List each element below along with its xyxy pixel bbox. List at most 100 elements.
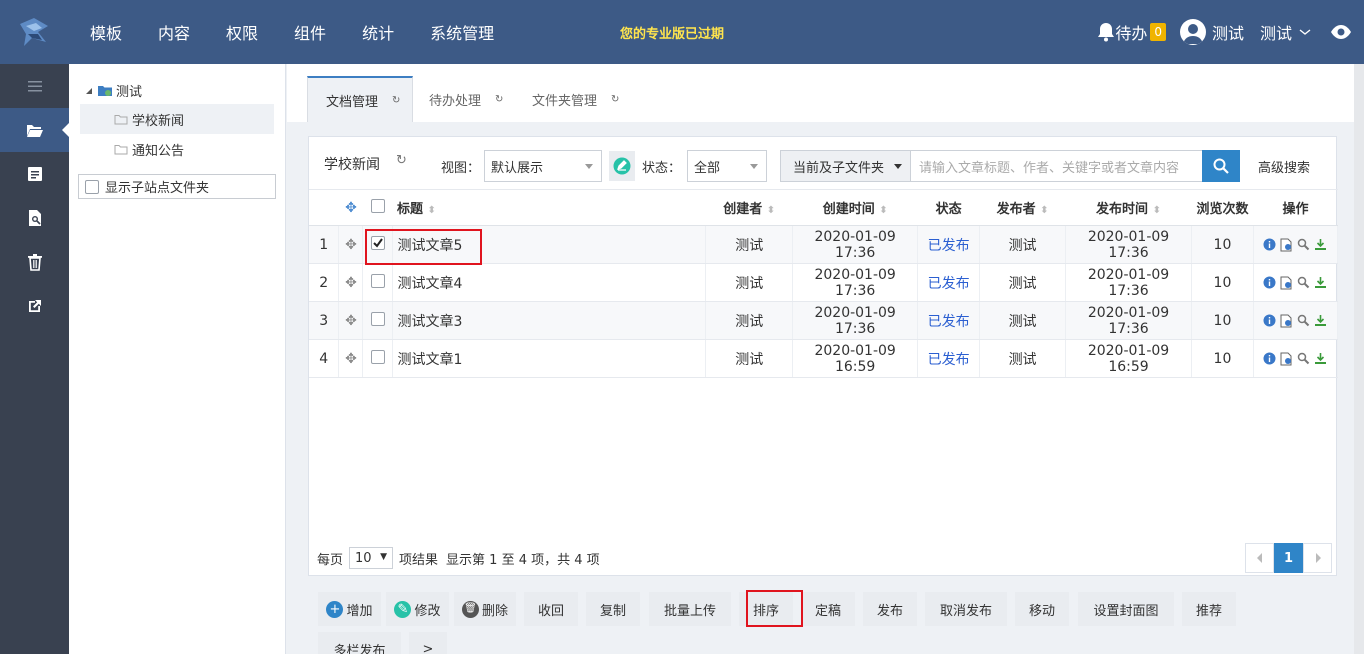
edit-view-button[interactable] — [609, 151, 635, 181]
todo-button[interactable]: 待办 0 — [1097, 20, 1166, 44]
nav-item-permissions[interactable]: 权限 — [208, 20, 276, 44]
license-expired-notice[interactable]: 您的专业版已过期 — [620, 23, 724, 42]
recommend-button[interactable]: 推荐 — [1182, 592, 1236, 626]
preview-icon[interactable] — [1280, 276, 1293, 290]
select-all-checkbox[interactable] — [370, 198, 385, 213]
nav-item-templates[interactable]: 模板 — [72, 20, 140, 44]
status-select[interactable]: 全部 — [687, 150, 767, 182]
refresh-icon[interactable]: ↻ — [495, 94, 503, 105]
row-title[interactable]: 测试文章4 — [392, 263, 707, 302]
col-created[interactable]: 创建时间 ⬍ — [792, 189, 918, 226]
refresh-icon[interactable]: ↻ — [392, 95, 400, 106]
user-menu[interactable]: 测试 — [1179, 19, 1244, 45]
finalize-button[interactable]: 定稿 — [801, 592, 855, 626]
row-title[interactable]: 测试文章3 — [392, 301, 707, 340]
rail-item-recycle-bin[interactable] — [0, 240, 69, 284]
set-cover-button[interactable]: 设置封面图 — [1078, 592, 1174, 626]
row-checkbox[interactable] — [370, 349, 385, 364]
row-drag-handle[interactable]: ✥ — [338, 263, 364, 302]
row-checkbox[interactable] — [370, 273, 385, 288]
edit-button[interactable]: ✎ 修改 — [386, 592, 449, 626]
eye-icon[interactable] — [1330, 24, 1352, 40]
row-title[interactable]: 测试文章1 — [392, 339, 707, 378]
download-icon[interactable] — [1314, 276, 1327, 289]
row-checkbox[interactable] — [370, 235, 385, 250]
table-row[interactable]: 1 ✥ 测试文章5 测试 2020-01-09 17:36 已发布 测试 202… — [309, 225, 1339, 264]
table-row[interactable]: 2 ✥ 测试文章4 测试 2020-01-09 17:36 已发布 测试 202… — [309, 263, 1339, 302]
batch-upload-button[interactable]: 批量上传 — [649, 592, 731, 626]
col-published[interactable]: 发布时间 ⬍ — [1065, 189, 1192, 226]
nav-item-content[interactable]: 内容 — [140, 20, 208, 44]
tab-folder-management[interactable]: 文件夹管理 ↻ — [532, 76, 619, 122]
page-size-select[interactable]: 10 ▼ — [349, 547, 394, 569]
multi-column-publish-button[interactable]: 多栏发布 — [318, 632, 401, 654]
page-scrollbar[interactable] — [1354, 64, 1364, 654]
unpublish-button[interactable]: 取消发布 — [925, 592, 1007, 626]
view-select[interactable]: 默认展示 — [484, 150, 602, 182]
preview-icon[interactable] — [1280, 314, 1293, 328]
site-selector[interactable]: 测试 — [1260, 20, 1312, 44]
more-actions-button[interactable]: > — [409, 632, 447, 654]
show-subsite-checkbox[interactable] — [85, 179, 99, 194]
rail-item-export[interactable] — [0, 284, 69, 328]
rail-menu-toggle[interactable] — [0, 64, 69, 108]
add-button[interactable]: + 增加 — [318, 592, 381, 626]
app-logo-icon[interactable] — [16, 14, 52, 50]
row-checkbox-cell[interactable] — [362, 225, 394, 264]
download-icon[interactable] — [1314, 352, 1327, 365]
tree-root[interactable]: 测试 — [85, 81, 142, 100]
info-icon[interactable] — [1263, 276, 1276, 289]
nav-item-statistics[interactable]: 统计 — [344, 20, 412, 44]
row-checkbox-cell[interactable] — [362, 339, 394, 378]
publish-button[interactable]: 发布 — [863, 592, 917, 626]
info-icon[interactable] — [1263, 352, 1276, 365]
row-drag-handle[interactable]: ✥ — [338, 301, 364, 340]
page-button-1[interactable]: 1 — [1274, 543, 1303, 573]
search-button[interactable] — [1202, 150, 1240, 182]
row-drag-handle[interactable]: ✥ — [338, 225, 364, 264]
magnifier-icon[interactable] — [1297, 352, 1310, 365]
row-checkbox[interactable] — [370, 311, 385, 326]
download-icon[interactable] — [1314, 238, 1327, 251]
col-views: 浏览次数 — [1191, 189, 1254, 226]
nav-item-system[interactable]: 系统管理 — [412, 20, 512, 44]
info-icon[interactable] — [1263, 314, 1276, 327]
nav-item-components[interactable]: 组件 — [276, 20, 344, 44]
show-subsite-folders-toggle[interactable]: 显示子站点文件夹 — [78, 174, 276, 199]
row-title[interactable]: 测试文章5 — [392, 225, 707, 264]
reload-icon[interactable]: ↻ — [396, 153, 407, 168]
col-creator[interactable]: 创建者 ⬍ — [705, 189, 793, 226]
prev-page-button[interactable] — [1245, 543, 1274, 573]
row-checkbox-cell[interactable] — [362, 263, 394, 302]
move-button[interactable]: 移动 — [1015, 592, 1069, 626]
magnifier-icon[interactable] — [1297, 314, 1310, 327]
scope-select[interactable]: 当前及子文件夹 — [780, 150, 911, 182]
delete-button[interactable]: 🗑 删除 — [454, 592, 516, 626]
next-page-button[interactable] — [1303, 543, 1332, 573]
rail-item-search-docs[interactable] — [0, 196, 69, 240]
col-publisher[interactable]: 发布者 ⬍ — [979, 189, 1066, 226]
tab-todo-processing[interactable]: 待办处理 ↻ — [429, 76, 503, 122]
sort-button[interactable]: 排序 — [739, 592, 793, 626]
table-row[interactable]: 4 ✥ 测试文章1 测试 2020-01-09 16:59 已发布 测试 202… — [309, 339, 1339, 378]
copy-button[interactable]: 复制 — [586, 592, 640, 626]
tab-document-management[interactable]: 文档管理 ↻ — [307, 76, 414, 122]
download-icon[interactable] — [1314, 314, 1327, 327]
recall-button[interactable]: 收回 — [524, 592, 578, 626]
tree-node-school-news[interactable]: 学校新闻 — [80, 104, 274, 134]
refresh-icon[interactable]: ↻ — [611, 94, 619, 105]
search-input[interactable]: 请输入文章标题、作者、关键字或者文章内容 — [910, 150, 1203, 182]
magnifier-icon[interactable] — [1297, 238, 1310, 251]
magnifier-icon[interactable] — [1297, 276, 1310, 289]
row-drag-handle[interactable]: ✥ — [338, 339, 364, 378]
preview-icon[interactable] — [1280, 238, 1293, 252]
advanced-search-link[interactable]: 高级搜索 — [1258, 157, 1310, 176]
col-title[interactable]: 标题 ⬍ — [392, 189, 706, 226]
rail-item-articles[interactable] — [0, 152, 69, 196]
table-row[interactable]: 3 ✥ 测试文章3 测试 2020-01-09 17:36 已发布 测试 202… — [309, 301, 1339, 340]
rail-item-documents[interactable] — [0, 108, 69, 152]
tree-node-notices[interactable]: 通知公告 — [80, 134, 274, 164]
info-icon[interactable] — [1263, 238, 1276, 251]
row-checkbox-cell[interactable] — [362, 301, 394, 340]
preview-icon[interactable] — [1280, 352, 1293, 366]
